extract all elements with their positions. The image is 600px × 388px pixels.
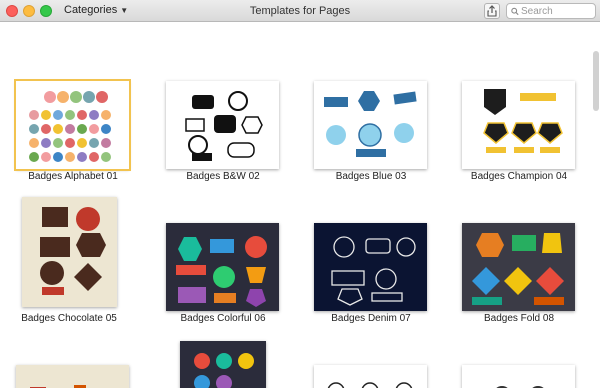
close-button[interactable] (6, 5, 18, 17)
badges-colorful-preview (176, 236, 267, 307)
template-thumbnail[interactable] (14, 79, 131, 171)
template-thumbnail[interactable] (166, 81, 279, 169)
template-label: Badges Alphabet 01 (28, 171, 118, 182)
template-thumbnail[interactable] (462, 365, 575, 388)
scrollbar[interactable] (593, 51, 599, 111)
badges-champion-preview (483, 89, 563, 153)
badges-preview-partial (496, 386, 544, 388)
badges-denim-preview (331, 236, 416, 306)
template-label: Badges Fold 08 (483, 313, 555, 324)
template-thumbnail[interactable] (314, 365, 427, 388)
search-input[interactable] (521, 5, 595, 17)
template-label: Badges Chocolate 05 (21, 313, 117, 324)
badges-preview-partial (30, 385, 86, 388)
badges-preview-partial (327, 382, 413, 388)
template-label: Badges Champion 04 (470, 171, 568, 182)
badges-fold-preview (472, 233, 564, 305)
minimize-button[interactable] (23, 5, 35, 17)
template-label: Badges Blue 03 (335, 171, 407, 182)
search-field[interactable] (506, 3, 596, 19)
template-label: Badges B&W 02 (186, 171, 260, 182)
badges-chocolate-preview (40, 207, 106, 295)
badges-blue-preview (324, 91, 417, 157)
categories-menu[interactable]: Categories ▼ (64, 4, 128, 16)
template-thumbnail[interactable] (16, 365, 129, 388)
template-thumbnail[interactable] (314, 81, 427, 169)
template-thumbnail[interactable] (314, 223, 427, 311)
categories-label: Categories (64, 4, 118, 16)
template-label: Badges Denim 07 (331, 313, 411, 324)
template-thumbnail[interactable] (462, 81, 575, 169)
badges-bw-preview (185, 91, 263, 161)
template-thumbnail[interactable] (22, 197, 117, 307)
template-thumbnail[interactable] (180, 341, 266, 388)
chevron-down-icon: ▼ (120, 5, 129, 15)
template-gallery: Badges Alphabet 01 Badges B&W 02 Badges … (0, 23, 600, 388)
share-icon (487, 5, 497, 17)
search-icon (511, 7, 519, 15)
template-thumbnail[interactable] (166, 223, 279, 311)
badges-alphabet-preview (29, 91, 111, 162)
title-bar: Categories ▼ Templates for Pages (0, 0, 600, 22)
template-label: Badges Colorful 06 (180, 313, 266, 324)
template-thumbnail[interactable] (462, 223, 575, 311)
zoom-button[interactable] (40, 5, 52, 17)
share-button[interactable] (484, 3, 500, 19)
badges-preview-partial (194, 353, 254, 388)
